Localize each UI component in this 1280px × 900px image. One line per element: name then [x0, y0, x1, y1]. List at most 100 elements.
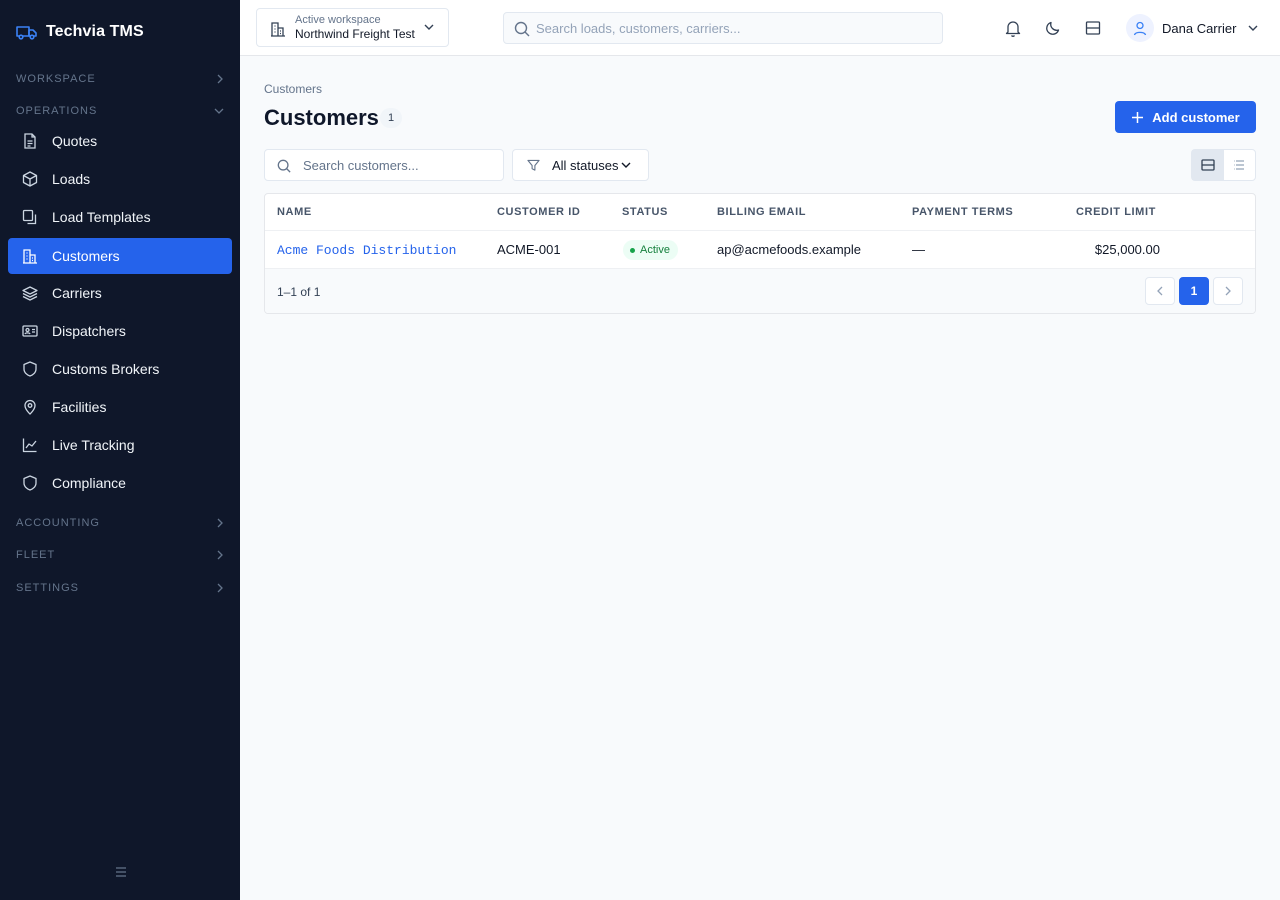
global-search[interactable] — [503, 12, 943, 44]
pagination-range: 1–1 of 1 — [277, 285, 321, 299]
building-icon — [270, 21, 286, 37]
sidebar-item-label: Customers — [52, 248, 120, 264]
sidebar-item-label: Quotes — [52, 133, 98, 149]
customer-id: ACME-001 — [497, 242, 561, 257]
moon-icon[interactable] — [1043, 18, 1063, 38]
table-footer: 1–1 of 1 1 — [265, 269, 1255, 313]
document-icon — [22, 133, 38, 149]
chevron-down-icon — [1248, 24, 1258, 32]
global-search-input[interactable] — [536, 13, 936, 43]
column-header-name[interactable]: NAME — [277, 206, 312, 218]
chevron-right-icon — [1224, 286, 1232, 296]
add-customer-label: Add customer — [1152, 109, 1240, 125]
chart-line-icon — [22, 437, 38, 453]
section-label: ACCOUNTING — [16, 517, 100, 529]
page-button[interactable]: 1 — [1179, 277, 1209, 305]
chevron-left-icon — [1156, 286, 1164, 296]
table-row[interactable]: Acme Foods Distribution ACME-001 Active … — [265, 231, 1255, 269]
user-menu[interactable]: Dana Carrier — [1126, 14, 1258, 42]
chevron-down-icon — [621, 161, 631, 169]
sidebar-item-quotes[interactable]: Quotes — [8, 123, 232, 159]
page-title: Customers — [264, 105, 379, 130]
customer-search-input[interactable] — [303, 150, 498, 180]
shield-icon — [22, 361, 38, 377]
list-view-button[interactable] — [1224, 150, 1256, 180]
rows-icon — [1201, 159, 1215, 171]
status-label: Active — [640, 244, 670, 256]
sidebar: Techvia TMS WORKSPACE OPERATIONS Quotes … — [0, 0, 240, 900]
sidebar-item-label: Live Tracking — [52, 437, 135, 453]
sidebar-item-label: Facilities — [52, 399, 107, 415]
column-header-status[interactable]: STATUS — [622, 206, 668, 218]
chevron-right-icon — [216, 518, 224, 528]
column-header-credit-limit[interactable]: CREDIT LIMIT — [1076, 206, 1156, 218]
sidebar-collapse-icon[interactable] — [114, 865, 128, 879]
status-filter[interactable]: All statuses — [512, 149, 649, 181]
search-icon — [277, 159, 291, 173]
workspace-switcher[interactable]: Active workspace Northwind Freight Test — [256, 8, 449, 47]
sidebar-item-loads[interactable]: Loads — [8, 161, 232, 197]
chevron-right-icon — [216, 74, 224, 84]
status-filter-value: All statuses — [552, 157, 619, 173]
view-toggle — [1191, 149, 1256, 181]
sidebar-item-facilities[interactable]: Facilities — [8, 389, 232, 425]
sidebar-item-customers[interactable]: Customers — [8, 238, 232, 274]
prev-page-button[interactable] — [1145, 277, 1175, 305]
sidebar-item-load-templates[interactable]: Load Templates — [8, 199, 232, 235]
customer-search[interactable] — [264, 149, 504, 181]
id-card-icon — [22, 323, 38, 339]
brand[interactable]: Techvia TMS — [16, 20, 144, 44]
search-icon — [514, 21, 530, 37]
box-icon — [22, 171, 38, 187]
sidebar-item-label: Customs Brokers — [52, 361, 160, 377]
section-label: OPERATIONS — [16, 105, 98, 117]
payment-terms: — — [912, 242, 925, 257]
filter-icon — [527, 159, 540, 172]
app-name: Techvia TMS — [46, 23, 144, 40]
sidebar-item-label: Loads — [52, 171, 91, 187]
shield-icon — [22, 475, 38, 491]
billing-email: ap@acmefoods.example — [717, 242, 861, 257]
user-name: Dana Carrier — [1162, 20, 1237, 36]
list-icon — [1233, 159, 1245, 171]
section-workspace[interactable]: WORKSPACE — [16, 71, 224, 87]
count-badge: 1 — [380, 108, 402, 128]
status-dot — [630, 247, 635, 253]
sidebar-item-carriers[interactable]: Carriers — [8, 275, 232, 311]
section-fleet[interactable]: FLEET — [16, 547, 224, 563]
chevron-right-icon — [216, 583, 224, 593]
section-settings[interactable]: SETTINGS — [16, 580, 224, 596]
map-pin-icon — [22, 399, 38, 415]
truck-icon — [16, 24, 38, 40]
plus-icon — [1131, 111, 1144, 124]
section-accounting[interactable]: ACCOUNTING — [16, 515, 224, 531]
breadcrumb[interactable]: Customers — [264, 82, 322, 96]
sidebar-item-customs-brokers[interactable]: Customs Brokers — [8, 351, 232, 387]
sidebar-item-label: Compliance — [52, 475, 126, 491]
next-page-button[interactable] — [1213, 277, 1243, 305]
table-header: NAME CUSTOMER ID STATUS BILLING EMAIL PA… — [265, 194, 1255, 231]
customer-name-link[interactable]: Acme Foods Distribution — [277, 243, 456, 258]
sidebar-item-compliance[interactable]: Compliance — [8, 465, 232, 501]
workspace-label: Active workspace — [295, 14, 381, 26]
column-header-customer-id[interactable]: CUSTOMER ID — [497, 206, 580, 218]
section-label: WORKSPACE — [16, 73, 96, 85]
table-view-button[interactable] — [1192, 150, 1224, 180]
add-customer-button[interactable]: Add customer — [1115, 101, 1256, 133]
status-badge: Active — [623, 240, 678, 260]
column-header-payment-terms[interactable]: PAYMENT TERMS — [912, 206, 1013, 218]
bell-icon[interactable] — [1003, 18, 1023, 38]
copy-icon — [22, 209, 38, 225]
credit-limit: $25,000.00 — [1094, 242, 1160, 257]
layout-icon[interactable] — [1083, 18, 1103, 38]
column-header-billing-email[interactable]: BILLING EMAIL — [717, 206, 806, 218]
layers-icon — [22, 285, 38, 301]
section-operations[interactable]: OPERATIONS — [16, 103, 224, 119]
sidebar-item-label: Carriers — [52, 285, 102, 301]
sidebar-item-label: Dispatchers — [52, 323, 126, 339]
sidebar-item-dispatchers[interactable]: Dispatchers — [8, 313, 232, 349]
sidebar-item-live-tracking[interactable]: Live Tracking — [8, 427, 232, 463]
avatar — [1126, 14, 1154, 42]
workspace-name: Northwind Freight Test — [295, 27, 415, 41]
building-icon — [22, 248, 38, 264]
